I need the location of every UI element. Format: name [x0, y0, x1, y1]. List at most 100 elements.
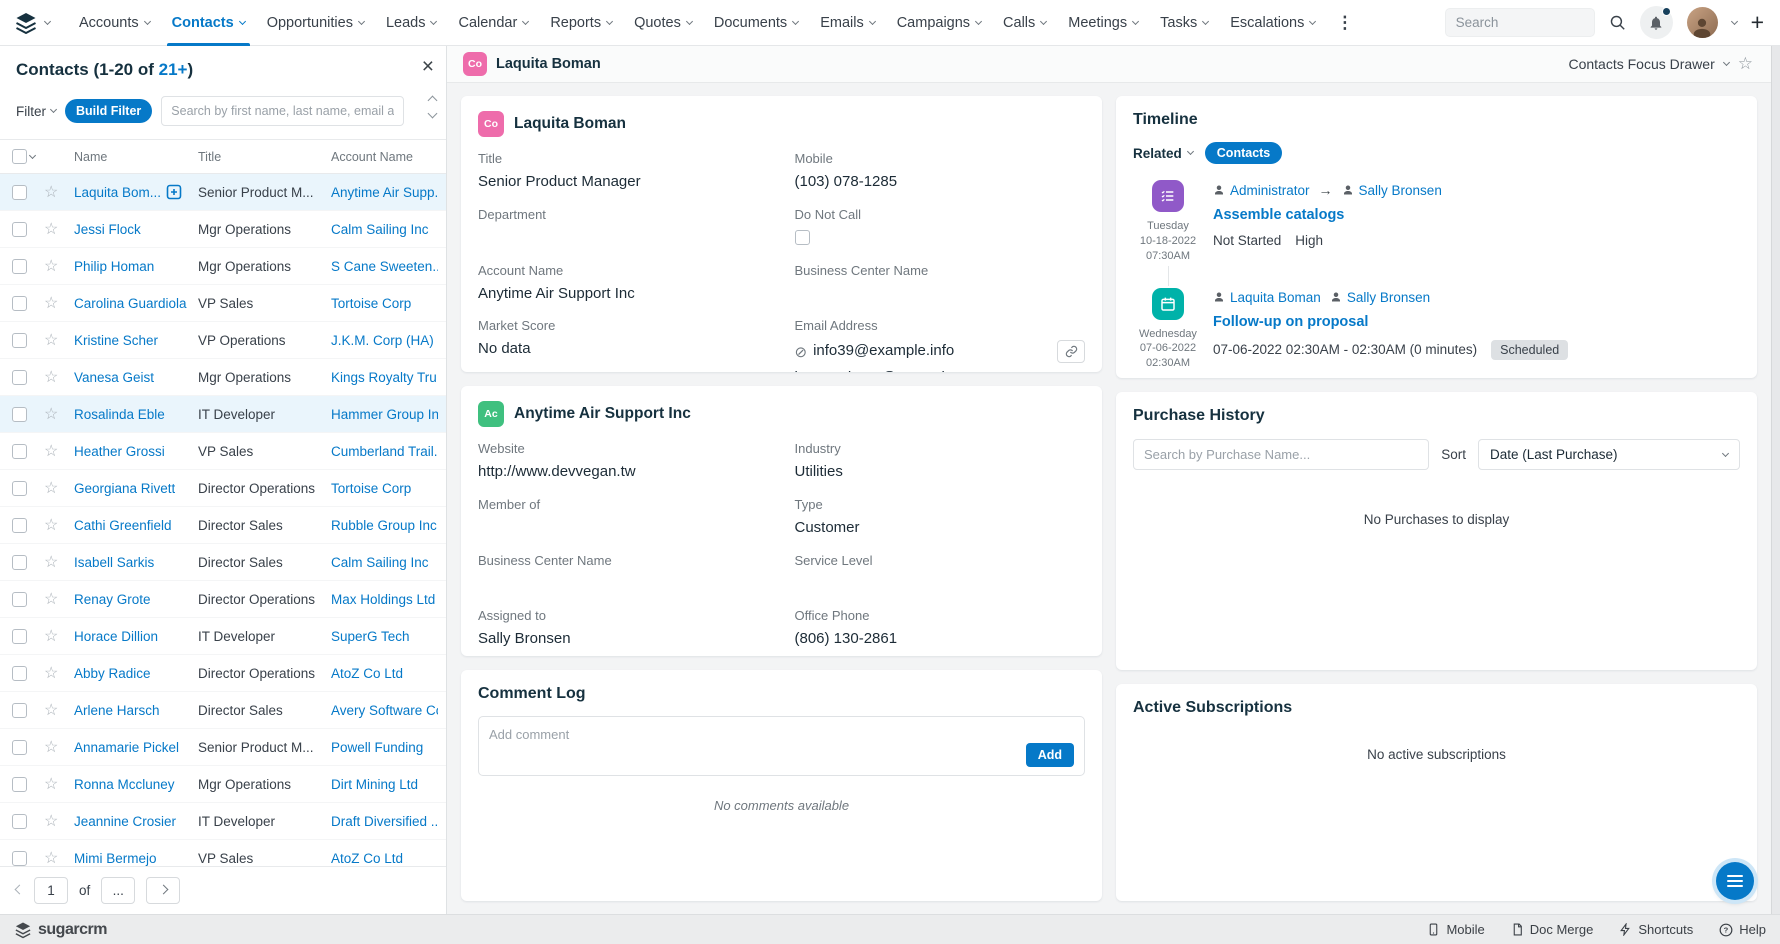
- favorite-star-icon[interactable]: ☆: [44, 774, 74, 794]
- row-checkbox[interactable]: [12, 295, 27, 311]
- account-name-link[interactable]: Dirt Mining Ltd: [331, 777, 418, 792]
- nav-item-escalations[interactable]: Escalations: [1219, 0, 1326, 46]
- row-checkbox[interactable]: [12, 221, 27, 237]
- nav-item-campaigns[interactable]: Campaigns: [886, 0, 992, 46]
- field-assigned-to[interactable]: Assigned to Sally Bronsen: [478, 608, 769, 649]
- account-name-link[interactable]: Kings Royalty Tru...: [331, 370, 438, 385]
- contacts-filter-pill[interactable]: Contacts: [1204, 142, 1283, 164]
- field-business-center[interactable]: Business Center Name: [795, 263, 1086, 304]
- person-link[interactable]: Sally Bronsen: [1330, 290, 1430, 305]
- footer-doc-merge-link[interactable]: Doc Merge: [1511, 922, 1593, 937]
- account-name-link[interactable]: Powell Funding: [331, 740, 423, 755]
- field-service-level[interactable]: Service Level: [795, 553, 1086, 593]
- entry-title-link[interactable]: Follow-up on proposal: [1213, 314, 1740, 330]
- search-icon[interactable]: [1609, 14, 1626, 31]
- sort-select[interactable]: Date (Last Purchase): [1478, 439, 1740, 470]
- table-row[interactable]: ☆ Laquita Bom... Senior Product M... Any…: [0, 174, 446, 211]
- contact-name-link[interactable]: Renay Grote: [74, 592, 151, 607]
- timeline-entry[interactable]: Tuesday 10-18-2022 07:30AM Administrator…: [1133, 180, 1740, 264]
- favorite-star-icon[interactable]: ☆: [44, 219, 74, 239]
- account-name-link[interactable]: SuperG Tech: [331, 629, 410, 644]
- field-account-name[interactable]: Account Name Anytime Air Support Inc: [478, 263, 769, 304]
- field-business-center[interactable]: Business Center Name: [478, 553, 769, 593]
- focus-drawer-icon[interactable]: [166, 184, 182, 200]
- nav-item-contacts[interactable]: Contacts: [161, 0, 256, 46]
- nav-item-reports[interactable]: Reports: [539, 0, 623, 46]
- field-office-phone[interactable]: Office Phone (806) 130-2861: [795, 608, 1086, 649]
- record-count[interactable]: 21+: [159, 60, 188, 79]
- contact-name-link[interactable]: Arlene Harsch: [74, 703, 160, 718]
- contact-name-link[interactable]: Laquita Bom...: [74, 185, 161, 200]
- contact-name-link[interactable]: Jeannine Crosier: [74, 814, 176, 829]
- copy-link-button[interactable]: [1057, 340, 1085, 364]
- contact-name-link[interactable]: Georgiana Rivett: [74, 481, 175, 496]
- table-row[interactable]: ☆ Cathi Greenfield Director Sales Rubble…: [0, 507, 446, 544]
- entry-title-link[interactable]: Assemble catalogs: [1213, 207, 1740, 223]
- field-department[interactable]: Department: [478, 207, 769, 248]
- nav-item-tasks[interactable]: Tasks: [1149, 0, 1219, 46]
- table-row[interactable]: ☆ Arlene Harsch Director Sales Avery Sof…: [0, 692, 446, 729]
- row-checkbox[interactable]: [12, 369, 27, 385]
- favorite-star-icon[interactable]: ☆: [44, 256, 74, 276]
- table-row[interactable]: ☆ Heather Grossi VP Sales Cumberland Tra…: [0, 433, 446, 470]
- field-do-not-call[interactable]: Do Not Call: [794, 207, 1086, 248]
- favorite-star-icon[interactable]: ☆: [44, 293, 74, 313]
- timeline-entry[interactable]: Wednesday 07-06-2022 02:30AM Laquita Bom…: [1133, 265, 1740, 372]
- account-name-link[interactable]: AtoZ Co Ltd: [331, 851, 403, 866]
- contact-name-link[interactable]: Annamarie Pickel: [74, 740, 179, 755]
- row-checkbox[interactable]: [12, 813, 27, 829]
- table-row[interactable]: ☆ Abby Radice Director Operations AtoZ C…: [0, 655, 446, 692]
- account-name-link[interactable]: Avery Software Co: [331, 703, 438, 718]
- column-header-name[interactable]: Name: [74, 150, 198, 164]
- contact-name-link[interactable]: Jessi Flock: [74, 222, 141, 237]
- nav-item-opportunities[interactable]: Opportunities: [256, 0, 375, 46]
- row-checkbox[interactable]: [12, 184, 27, 200]
- nav-item-quotes[interactable]: Quotes: [623, 0, 703, 46]
- person-link[interactable]: Laquita Boman: [1213, 290, 1321, 305]
- account-name-link[interactable]: AtoZ Co Ltd: [331, 666, 403, 681]
- favorite-star-icon[interactable]: ☆: [44, 330, 74, 350]
- table-row[interactable]: ☆ Annamarie Pickel Senior Product M... P…: [0, 729, 446, 766]
- account-name-link[interactable]: J.K.M. Corp (HA): [331, 333, 434, 348]
- favorite-star-icon[interactable]: ☆: [44, 589, 74, 609]
- nav-item-accounts[interactable]: Accounts: [68, 0, 161, 46]
- row-checkbox[interactable]: [12, 739, 27, 755]
- field-market-score[interactable]: Market Score No data: [478, 318, 769, 372]
- table-row[interactable]: ☆ Horace Dillion IT Developer SuperG Tec…: [0, 618, 446, 655]
- focus-drawer-label[interactable]: Contacts Focus Drawer: [1568, 56, 1714, 72]
- contact-name-link[interactable]: Isabell Sarkis: [74, 555, 154, 570]
- table-row[interactable]: ☆ Kristine Scher VP Operations J.K.M. Co…: [0, 322, 446, 359]
- favorite-star-icon[interactable]: ☆: [44, 478, 74, 498]
- row-checkbox[interactable]: [12, 591, 27, 607]
- footer-help-link[interactable]: ? Help: [1719, 922, 1766, 937]
- global-search-input[interactable]: [1444, 8, 1595, 37]
- nav-item-meetings[interactable]: Meetings: [1057, 0, 1149, 46]
- row-checkbox[interactable]: [12, 702, 27, 718]
- favorite-star-icon[interactable]: ☆: [44, 626, 74, 646]
- account-name-link[interactable]: Tortoise Corp: [331, 481, 411, 496]
- favorite-star-icon[interactable]: ☆: [44, 515, 74, 535]
- favorite-star-icon[interactable]: ☆: [44, 441, 74, 461]
- close-icon[interactable]: ×: [422, 56, 434, 77]
- row-checkbox[interactable]: [12, 776, 27, 792]
- table-row[interactable]: ☆ Georgiana Rivett Director Operations T…: [0, 470, 446, 507]
- row-checkbox[interactable]: [12, 665, 27, 681]
- favorite-star-icon[interactable]: ☆: [44, 663, 74, 683]
- list-search-input[interactable]: [161, 96, 404, 126]
- select-all-checkbox[interactable]: [12, 149, 27, 164]
- footer-mobile-link[interactable]: Mobile: [1427, 922, 1485, 937]
- table-row[interactable]: ☆ Jessi Flock Mgr Operations Calm Sailin…: [0, 211, 446, 248]
- contact-name-link[interactable]: Rosalinda Eble: [74, 407, 165, 422]
- page-prev-icon[interactable]: [14, 884, 25, 894]
- person-link[interactable]: Sally Bronsen: [1342, 183, 1442, 198]
- sugarcrm-logo[interactable]: sugarcrm: [14, 921, 107, 939]
- favorite-star-icon[interactable]: ☆: [44, 848, 74, 866]
- account-name-link[interactable]: Cumberland Trail...: [331, 444, 438, 459]
- table-row[interactable]: ☆ Mimi Bermejo VP Sales AtoZ Co Ltd: [0, 840, 446, 866]
- row-checkbox[interactable]: [12, 443, 27, 459]
- favorite-star-icon[interactable]: ☆: [44, 737, 74, 757]
- favorite-star-icon[interactable]: ☆: [44, 700, 74, 720]
- select-menu-chevron[interactable]: [28, 151, 37, 159]
- row-checkbox[interactable]: [12, 554, 27, 570]
- contact-name-link[interactable]: Cathi Greenfield: [74, 518, 172, 533]
